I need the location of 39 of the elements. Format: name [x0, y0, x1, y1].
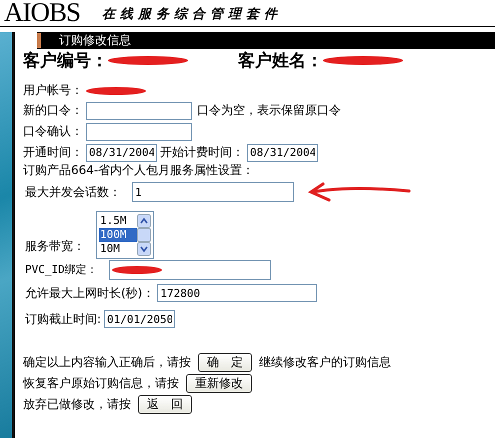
field-label: 用户帐号：: [23, 82, 83, 99]
instruction-text: 继续修改客户的订购信息: [259, 354, 391, 371]
field-label: 服务带宽：: [25, 238, 85, 255]
list-option[interactable]: 10M: [99, 242, 137, 256]
field-hint: 口令为空，表示保留原口令: [197, 102, 341, 119]
redaction-mark: [112, 266, 162, 274]
action-button[interactable]: 返 回: [138, 395, 192, 414]
field-label: 开始计费时间：: [160, 144, 244, 161]
field-label: 口令确认：: [23, 123, 83, 140]
panel-title: 订购修改信息: [59, 32, 131, 49]
app-subtitle: 在线服务综合管理套件: [102, 6, 282, 24]
pvc-field[interactable]: [108, 260, 271, 280]
redaction-mark: [86, 86, 146, 94]
customer-label: 客户编号：: [23, 50, 108, 72]
scrollbar-thumb[interactable]: [137, 228, 151, 242]
instruction-text: 恢复客户原始订购信息，请按: [23, 375, 179, 392]
field-label: 订购截止时间:: [25, 310, 102, 328]
scroll-down-icon[interactable]: [137, 242, 151, 256]
instruction-text: 确定以上内容输入正确后，请按: [23, 354, 191, 371]
scroll-up-icon[interactable]: [137, 214, 151, 228]
list-option[interactable]: 100M: [99, 228, 137, 242]
customer-label: 客户姓名：: [238, 50, 323, 72]
list-option[interactable]: 1.5M: [99, 214, 137, 228]
field-label: 允许最大上网时长(秒)：: [25, 284, 154, 302]
section-heading: 订购产品664-省内个人包月服务属性设置：: [23, 163, 256, 179]
password-field[interactable]: [86, 102, 192, 120]
max-time-field[interactable]: 172800: [157, 284, 318, 302]
sessions-field[interactable]: 1: [132, 182, 294, 202]
action-button[interactable]: 确 定: [198, 353, 252, 372]
field-label: 新的口令：: [23, 102, 83, 119]
arrow-annotation-icon: [307, 181, 411, 203]
field-label: 最大并发会话数：: [25, 184, 121, 200]
logo: AIOBS: [4, 0, 80, 26]
field-label: PVC_ID绑定：: [25, 262, 98, 277]
bandwidth-listbox[interactable]: 1.5M 100M 10M: [96, 211, 154, 259]
password-field[interactable]: [86, 122, 192, 140]
field-label: 开通时间：: [23, 144, 83, 161]
action-button[interactable]: 重新修改: [186, 374, 252, 393]
instruction-text: 放弃已做修改，请按: [23, 396, 131, 413]
